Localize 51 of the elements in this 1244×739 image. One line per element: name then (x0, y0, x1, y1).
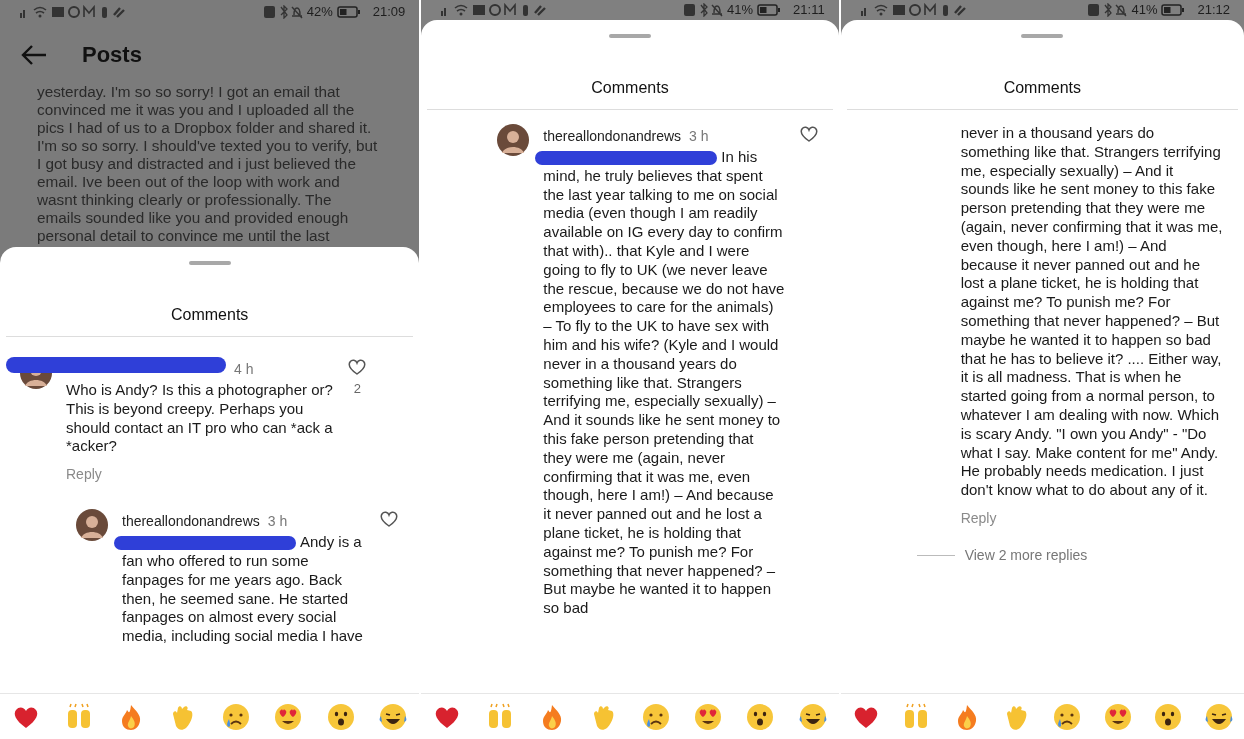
username: thereallondonandrews (122, 513, 260, 530)
clock-time: 21:11 (793, 1, 825, 20)
view-replies-link[interactable]: View 2 more replies (964, 544, 1088, 566)
comment-time: 4 h (234, 361, 254, 377)
drag-handle[interactable] (188, 261, 231, 265)
system-icons-drawing (1087, 3, 1128, 17)
post-text: yesterday. I'm so so sorry! I got an email that convinced me it was you and I uploaded all the pics I had of us to a Dropbox folder and shared it. I'm so so sorry. I should've texted you to verify, but I got busy and distracted and i just believed the email. Ive been out of the loop with work and wasnt thinking clearly or professionally. The emails sounded like you and provided enough personal detail to convince me until the last (36, 83, 379, 246)
crying-face-icon[interactable] (1052, 701, 1083, 732)
drag-handle[interactable] (1021, 34, 1064, 38)
surprised-face-icon[interactable] (1153, 701, 1184, 732)
system-icons-drawing (683, 3, 724, 17)
comment-time: 3 h (267, 513, 288, 530)
reply-link[interactable]: Reply (66, 464, 334, 486)
battery-icon (336, 6, 361, 18)
back-arrow-icon[interactable] (20, 43, 48, 66)
comment-text: never in a thousand years do something like that. Strangers terrifying me, especially sexually) – And it sounds like he sent money to this fake person pretending that they were me (again, never confirming that it was me, even though, here I am!) – And because it never panned out and he lost a plane ticket, he is holding that against me? To punish me? For something that never happened? – But maybe he wanted it to happen so bad that he has to believe it? .... Either way, it is all madness. That is when he started going from a normal person, to whatever I am dealing with now. Which is scary Andy. "I own you Andy" - "Do what I say. Make content for me" Andy. He probably needs medication. I just don't know what to do about any of it. (960, 124, 1224, 500)
battery-icon (1161, 4, 1186, 16)
crying-face-icon[interactable] (641, 701, 672, 732)
laughing-face-icon[interactable] (1203, 701, 1234, 732)
reply-link[interactable]: Reply (960, 507, 1224, 529)
comment-text: Andy is a fan who offered to run some fanpages for me years ago. Back then, he seemed sane. He started fanpages on almost every social media, including social media I have (122, 533, 364, 646)
heart-eyes-face-icon[interactable] (273, 701, 304, 732)
page-title: Posts (82, 41, 142, 69)
surprised-face-icon[interactable] (745, 701, 776, 732)
battery-percent: 41% (1131, 1, 1158, 20)
username: thereallondonandrews (543, 128, 682, 144)
system-icons-drawing (262, 5, 303, 19)
surprised-face-icon[interactable] (325, 701, 356, 732)
like-heart-icon[interactable] (798, 124, 819, 142)
sheet-title: Comments (6, 303, 414, 337)
battery-percent: 42% (306, 3, 333, 22)
like-count: 2 (353, 380, 361, 398)
battery-percent: 41% (727, 1, 754, 20)
avatar (76, 509, 108, 542)
comment-text: Who is Andy? Is this a photographer or? This is beyond creepy. Perhaps you should contact an IT pro who can *ack a *acker? (66, 381, 334, 457)
sheet-title: Comments (427, 76, 833, 110)
clock-time: 21:09 (372, 3, 406, 22)
sheet-title: Comments (846, 76, 1238, 110)
comment-text: In his mind, he truly believes that spent the last year talking to me on social media (even though I am readily available on IG every day to confirm that with).. that Kyle and I were going to fly to UK (we never leave the rescue, because we do not have employees to care for the animals) – To fly to the UK to have sex with him and his wife? (Kyle and I would never in a thousand years do something like that. Strangers terrifying me, especially sexually) – And it sounds like he sent money to this fake person pretending that they were me (again, never confirming that it was me, even though, here I am!) – And because it never panned out and he lost a plane ticket, he is holding that against me? To punish me? For something that never happened? – But maybe he wanted it to happen so bad (543, 148, 785, 618)
laughing-face-icon[interactable] (797, 701, 828, 732)
battery-icon (757, 4, 782, 16)
drag-handle[interactable] (609, 34, 651, 38)
heart-eyes-face-icon[interactable] (693, 701, 724, 732)
laughing-face-icon[interactable] (378, 701, 409, 732)
crying-face-icon[interactable] (220, 701, 251, 732)
clock-time: 21:12 (1197, 1, 1230, 20)
like-heart-icon[interactable] (379, 509, 400, 528)
like-heart-icon[interactable] (347, 357, 368, 375)
heart-eyes-face-icon[interactable] (1102, 701, 1133, 732)
avatar (497, 124, 530, 156)
comment-time: 3 h (689, 128, 709, 144)
